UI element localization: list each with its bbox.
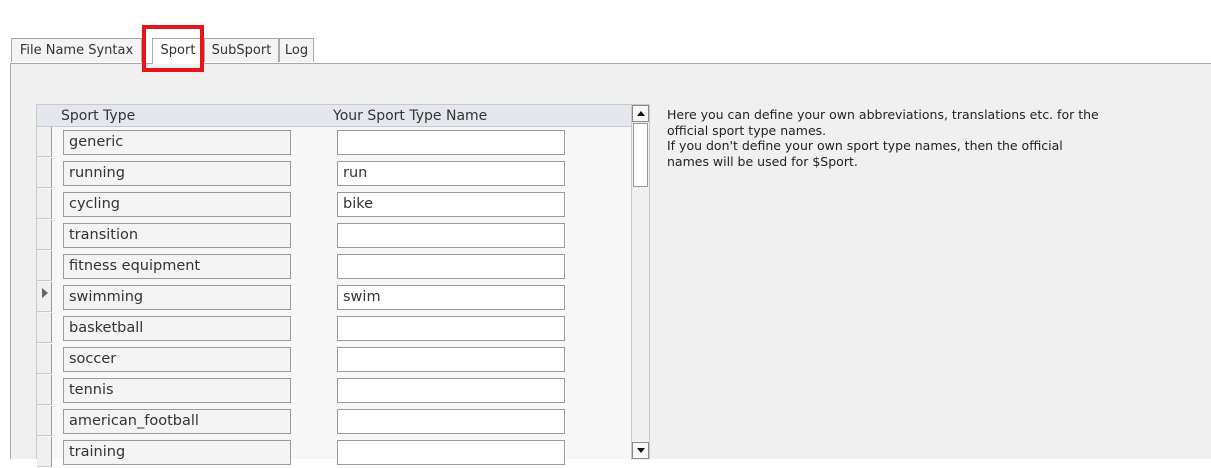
row-selector[interactable] (37, 282, 52, 312)
tab-log[interactable]: Log (279, 38, 314, 62)
sport-type-cell: training (63, 440, 291, 465)
help-line: official sport type names. (667, 122, 827, 138)
table-row: tennis (37, 375, 631, 406)
table-row: running run (37, 158, 631, 189)
sport-name-input[interactable]: run (337, 161, 565, 186)
sport-type-cell: fitness equipment (63, 254, 291, 279)
table-row: soccer (37, 344, 631, 375)
sport-type-cell: running (63, 161, 291, 186)
row-selector[interactable] (37, 158, 52, 188)
vertical-scrollbar[interactable] (631, 105, 649, 460)
sport-name-input[interactable] (337, 130, 565, 155)
row-selector[interactable] (37, 251, 52, 281)
help-text: Here you can define your own abbreviatio… (667, 107, 1157, 169)
help-line: If you don't define your own sport type … (667, 138, 1063, 153)
table-row: swimming swim (37, 282, 631, 313)
sport-name-input[interactable] (337, 440, 565, 465)
scroll-down-button[interactable] (632, 442, 649, 459)
table-row: transition (37, 220, 631, 251)
column-header-sport-type: Sport Type (61, 108, 136, 124)
tab-file-name-syntax[interactable]: File Name Syntax (11, 38, 142, 62)
row-selector[interactable] (37, 189, 52, 219)
table-row: fitness equipment (37, 251, 631, 282)
sport-name-input[interactable] (337, 254, 565, 279)
sport-type-cell: tennis (63, 378, 291, 403)
sport-name-input[interactable] (337, 316, 565, 341)
tab-sport[interactable]: Sport (152, 38, 204, 64)
row-selector[interactable] (37, 375, 52, 405)
sport-type-grid: Sport Type Your Sport Type Name generic r… (36, 104, 650, 467)
row-selector[interactable] (37, 313, 52, 343)
sport-type-cell: basketball (63, 316, 291, 341)
sport-type-cell: soccer (63, 347, 291, 372)
sport-type-cell: cycling (63, 192, 291, 217)
sport-name-input[interactable] (337, 409, 565, 434)
tab-strip: File Name Syntax Sport SubSport Log (11, 38, 1211, 64)
current-row-icon (42, 288, 48, 298)
table-row: generic (37, 127, 631, 158)
row-selector[interactable] (37, 437, 52, 467)
grid-header: Sport Type Your Sport Type Name (37, 105, 631, 127)
sport-type-cell: generic (63, 130, 291, 155)
scroll-up-button[interactable] (632, 105, 649, 122)
table-row: basketball (37, 313, 631, 344)
sport-name-input[interactable] (337, 223, 565, 248)
row-selector[interactable] (37, 344, 52, 374)
sport-name-input[interactable]: swim (337, 285, 565, 310)
sport-type-cell: swimming (63, 285, 291, 310)
help-line: Here you can define your own abbreviatio… (667, 107, 1099, 122)
row-selector[interactable] (37, 220, 52, 250)
sport-name-input[interactable] (337, 378, 565, 403)
arrow-down-icon (637, 448, 645, 453)
column-header-your-sport-type-name: Your Sport Type Name (333, 108, 488, 124)
sport-type-cell: american_football (63, 409, 291, 434)
table-row: cycling bike (37, 189, 631, 220)
row-selector[interactable] (37, 127, 52, 157)
table-row: american_football (37, 406, 631, 437)
scroll-thumb[interactable] (633, 123, 648, 187)
table-row: training (37, 437, 631, 468)
sport-name-input[interactable]: bike (337, 192, 565, 217)
sport-type-cell: transition (63, 223, 291, 248)
help-line: names will be used for $Sport. (667, 153, 858, 169)
arrow-up-icon (637, 111, 645, 116)
row-selector[interactable] (37, 406, 52, 436)
sport-name-input[interactable] (337, 347, 565, 372)
tab-subsport[interactable]: SubSport (204, 38, 279, 62)
